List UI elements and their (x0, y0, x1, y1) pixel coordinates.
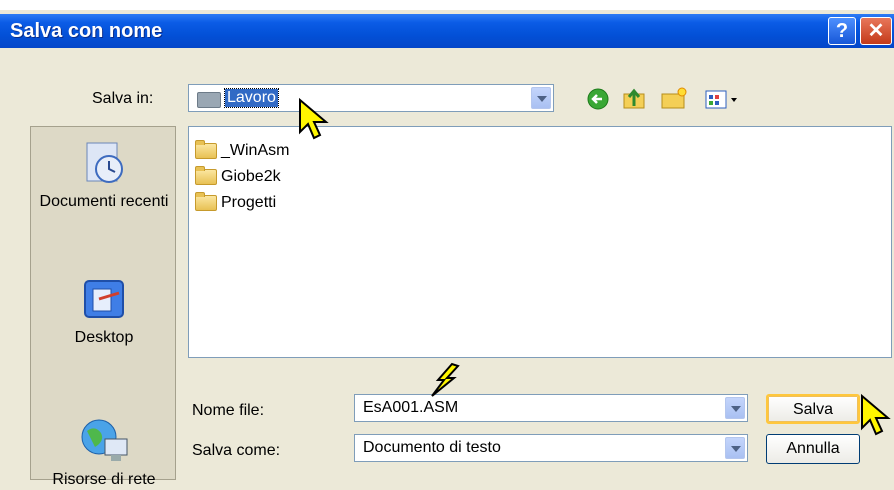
view-menu-icon (705, 90, 737, 109)
filetype-label: Salva come: (192, 442, 281, 459)
folder-icon (195, 166, 217, 185)
filetype-value: Documento di testo (363, 439, 501, 456)
new-folder-icon (661, 87, 687, 109)
place-label: Documenti recenti (39, 193, 169, 210)
chevron-down-icon[interactable] (725, 397, 745, 419)
list-item[interactable]: _WinAsm (195, 139, 289, 163)
filename-label: Nome file: (192, 402, 265, 419)
file-name: Giobe2k (221, 168, 281, 185)
places-bar: Documenti recenti Desktop Risorse di ret… (30, 126, 177, 488)
network-places-icon (81, 419, 128, 461)
place-label: Desktop (74, 329, 134, 346)
toolbar-icons (587, 87, 737, 110)
pointer-cursor-icon (431, 362, 460, 397)
chevron-down-icon[interactable] (531, 87, 551, 109)
save-in-dropdown[interactable]: Lavoro (188, 84, 554, 112)
pointer-cursor-icon (299, 97, 329, 140)
save-button[interactable]: Salva (766, 394, 860, 424)
place-recent-documents[interactable]: Documenti recenti (31, 137, 177, 211)
help-button[interactable]: ? (828, 17, 856, 45)
file-name: _WinAsm (221, 142, 290, 159)
folder-icon (195, 192, 217, 211)
save-in-label: Salva in: (92, 90, 154, 107)
folder-icon (197, 92, 221, 108)
place-desktop[interactable]: Desktop (31, 277, 177, 347)
list-item[interactable]: Giobe2k (195, 165, 281, 189)
folder-icon (195, 140, 217, 159)
filename-value: EsA001.ASM (363, 399, 459, 416)
place-network[interactable]: Risorse di rete (31, 417, 177, 489)
file-name: Progetti (221, 194, 277, 211)
up-folder-icon (623, 88, 645, 109)
title-bar: Salva con nome ? ✕ (0, 14, 894, 48)
list-item[interactable]: Progetti (195, 191, 276, 215)
save-in-value: Lavoro (224, 88, 279, 108)
cancel-button[interactable]: Annulla (766, 434, 860, 464)
back-icon (587, 88, 609, 110)
close-button[interactable]: ✕ (860, 17, 892, 45)
chevron-down-icon[interactable] (725, 437, 745, 459)
pointer-cursor-icon (861, 393, 891, 436)
recent-documents-icon (86, 142, 123, 183)
desktop-icon (84, 280, 124, 318)
window-title: Salva con nome (10, 20, 163, 42)
dialog-body: Salva in: Lavoro Documenti recenti Deskt… (0, 48, 894, 488)
place-label: Risorse di rete (52, 471, 156, 488)
file-list[interactable]: _WinAsm Giobe2k Progetti (188, 126, 892, 358)
filetype-dropdown[interactable]: Documento di testo (354, 434, 748, 462)
filename-input[interactable]: EsA001.ASM (354, 394, 748, 422)
